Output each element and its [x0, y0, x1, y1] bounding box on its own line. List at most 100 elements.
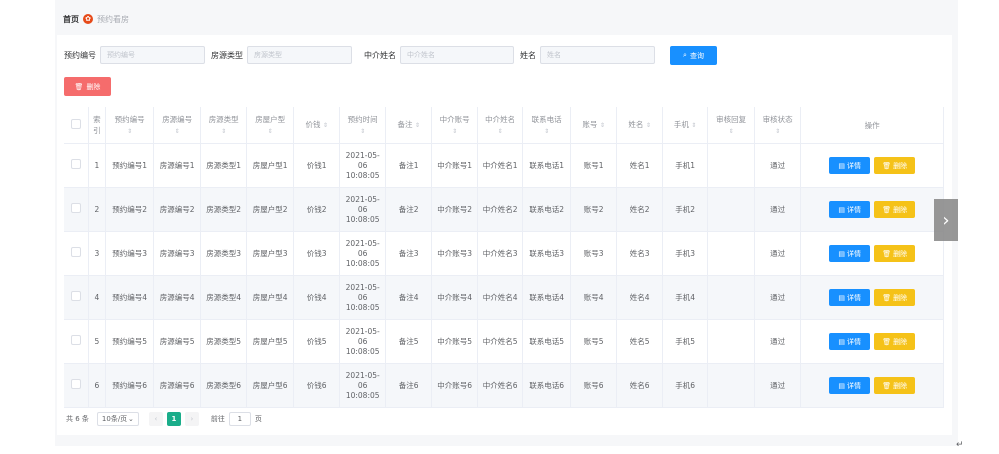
search-button[interactable]: ⌕ 查询	[670, 46, 717, 65]
cell-acct: 账号5	[570, 319, 618, 364]
delete-button[interactable]: 🗑 删除	[874, 201, 916, 218]
col-agent-name[interactable]: 中介姓名 ⇕	[477, 107, 524, 144]
col-house-type[interactable]: 房源类型 ⇕	[200, 107, 248, 144]
return-mark-icon: ↵	[956, 440, 964, 450]
goto-page-input[interactable]: 1	[228, 412, 251, 426]
name-input[interactable]: 姓名	[540, 46, 655, 64]
row-checkbox[interactable]	[64, 231, 89, 276]
cell-phone: 联系电话3	[522, 231, 571, 276]
row-checkbox[interactable]	[64, 363, 89, 408]
detail-button[interactable]: ▤ 详情	[829, 245, 871, 262]
cell-type: 房源类型6	[200, 363, 248, 408]
delete-button[interactable]: 🗑 删除	[874, 333, 916, 350]
agent-name-input[interactable]: 中介姓名	[400, 46, 514, 64]
col-time[interactable]: 预约时间 ⇕	[339, 107, 386, 144]
cell-price: 价钱5	[293, 319, 341, 364]
select-all-checkbox[interactable]	[64, 107, 89, 144]
cell-acct: 账号2	[570, 187, 618, 232]
document-icon: ▤	[838, 205, 845, 214]
cell-layout: 房屋户型5	[246, 319, 294, 364]
sort-icon: ⇕	[127, 127, 133, 135]
chevron-right-icon[interactable]: ›	[934, 199, 958, 241]
col-booking-no[interactable]: 预约编号 ⇕	[105, 107, 155, 144]
cell-note: 备注4	[385, 275, 433, 320]
cell-agent-name: 中介姓名6	[477, 363, 524, 408]
cell-layout: 房屋户型2	[246, 187, 294, 232]
booking-no-input[interactable]: 预约编号	[100, 46, 205, 64]
cell-note: 备注5	[385, 319, 433, 364]
next-page-button[interactable]: ›	[184, 412, 199, 426]
page-size-select[interactable]: 10条/页 ⌄	[96, 412, 139, 426]
breadcrumb-home[interactable]: 首页	[63, 14, 79, 25]
document-icon: ▤	[838, 337, 845, 346]
cell-agent-name: 中介姓名2	[477, 187, 524, 232]
cell-booking: 预约编号6	[105, 363, 155, 408]
cell-booking: 预约编号2	[105, 187, 155, 232]
cell-house: 房源编号3	[153, 231, 201, 276]
cell-acct: 账号1	[570, 143, 618, 188]
cell-booking: 预约编号5	[105, 319, 155, 364]
cell-reply	[707, 363, 755, 408]
row-actions: ▤ 详情 🗑 删除	[800, 143, 944, 188]
search-icon: ⌕	[683, 51, 687, 59]
page-1-button[interactable]: 1	[166, 412, 181, 426]
row-checkbox[interactable]	[64, 143, 89, 188]
delete-button[interactable]: 🗑 删除	[874, 245, 916, 262]
trash-icon: 🗑	[882, 381, 892, 390]
house-type-input[interactable]: 房源类型	[247, 46, 352, 64]
prev-page-button[interactable]: ‹	[148, 412, 163, 426]
col-review-reply[interactable]: 审核回复 ⇕	[707, 107, 755, 144]
col-house-no[interactable]: 房源编号 ⇕	[153, 107, 201, 144]
col-phone[interactable]: 联系电话 ⇕	[522, 107, 571, 144]
cell-time: 2021-05-06 10:08:05	[339, 143, 386, 188]
detail-button[interactable]: ▤ 详情	[829, 377, 871, 394]
detail-button[interactable]: ▤ 详情	[829, 333, 871, 350]
delete-button[interactable]: 🗑 删除	[874, 377, 916, 394]
col-note[interactable]: 备注 ⇕	[385, 107, 433, 144]
cell-time: 2021-05-06 10:08:05	[339, 275, 386, 320]
batch-delete-button[interactable]: 🗑 删除	[64, 77, 111, 96]
goto-label: 前往	[210, 415, 225, 423]
cell-agent-acct: 中介账号6	[431, 363, 478, 408]
cell-note: 备注3	[385, 231, 433, 276]
col-price[interactable]: 价钱 ⇕	[293, 107, 341, 144]
col-actions: 操作	[800, 107, 944, 144]
sort-icon: ⇕	[267, 127, 273, 135]
cell-reply	[707, 143, 755, 188]
cell-index: 4	[88, 275, 106, 320]
col-mobile[interactable]: 手机 ⇕	[662, 107, 709, 144]
detail-button[interactable]: ▤ 详情	[829, 157, 871, 174]
trash-icon: 🗑	[882, 205, 892, 214]
cell-reply	[707, 275, 755, 320]
sort-icon: ⇕	[452, 127, 458, 135]
col-name[interactable]: 姓名 ⇕	[616, 107, 663, 144]
cell-house: 房源编号6	[153, 363, 201, 408]
page-size-value: 10条/页	[101, 415, 128, 423]
cell-note: 备注6	[385, 363, 433, 408]
detail-button[interactable]: ▤ 详情	[829, 201, 871, 218]
col-review-status[interactable]: 审核状态 ⇕	[754, 107, 802, 144]
row-checkbox[interactable]	[64, 275, 89, 320]
cell-reply	[707, 187, 755, 232]
cell-agent-name: 中介姓名4	[477, 275, 524, 320]
cell-index: 2	[88, 187, 106, 232]
row-checkbox[interactable]	[64, 187, 89, 232]
delete-button[interactable]: 🗑 删除	[874, 157, 916, 174]
cell-status: 通过	[754, 319, 802, 364]
col-layout[interactable]: 房屋户型 ⇕	[246, 107, 294, 144]
row-actions: ▤ 详情 🗑 删除	[800, 231, 944, 276]
cell-reply	[707, 231, 755, 276]
delete-button[interactable]: 🗑 删除	[874, 289, 916, 306]
col-agent-account[interactable]: 中介账号 ⇕	[431, 107, 478, 144]
col-account[interactable]: 账号 ⇕	[570, 107, 618, 144]
detail-button[interactable]: ▤ 详情	[829, 289, 871, 306]
cell-name: 姓名6	[616, 363, 663, 408]
cell-agent-name: 中介姓名1	[477, 143, 524, 188]
sort-icon: ⇕	[728, 127, 734, 135]
cell-house: 房源编号1	[153, 143, 201, 188]
cell-layout: 房屋户型6	[246, 363, 294, 408]
document-icon: ▤	[838, 161, 845, 170]
cell-name: 姓名1	[616, 143, 663, 188]
row-checkbox[interactable]	[64, 319, 89, 364]
cell-layout: 房屋户型1	[246, 143, 294, 188]
